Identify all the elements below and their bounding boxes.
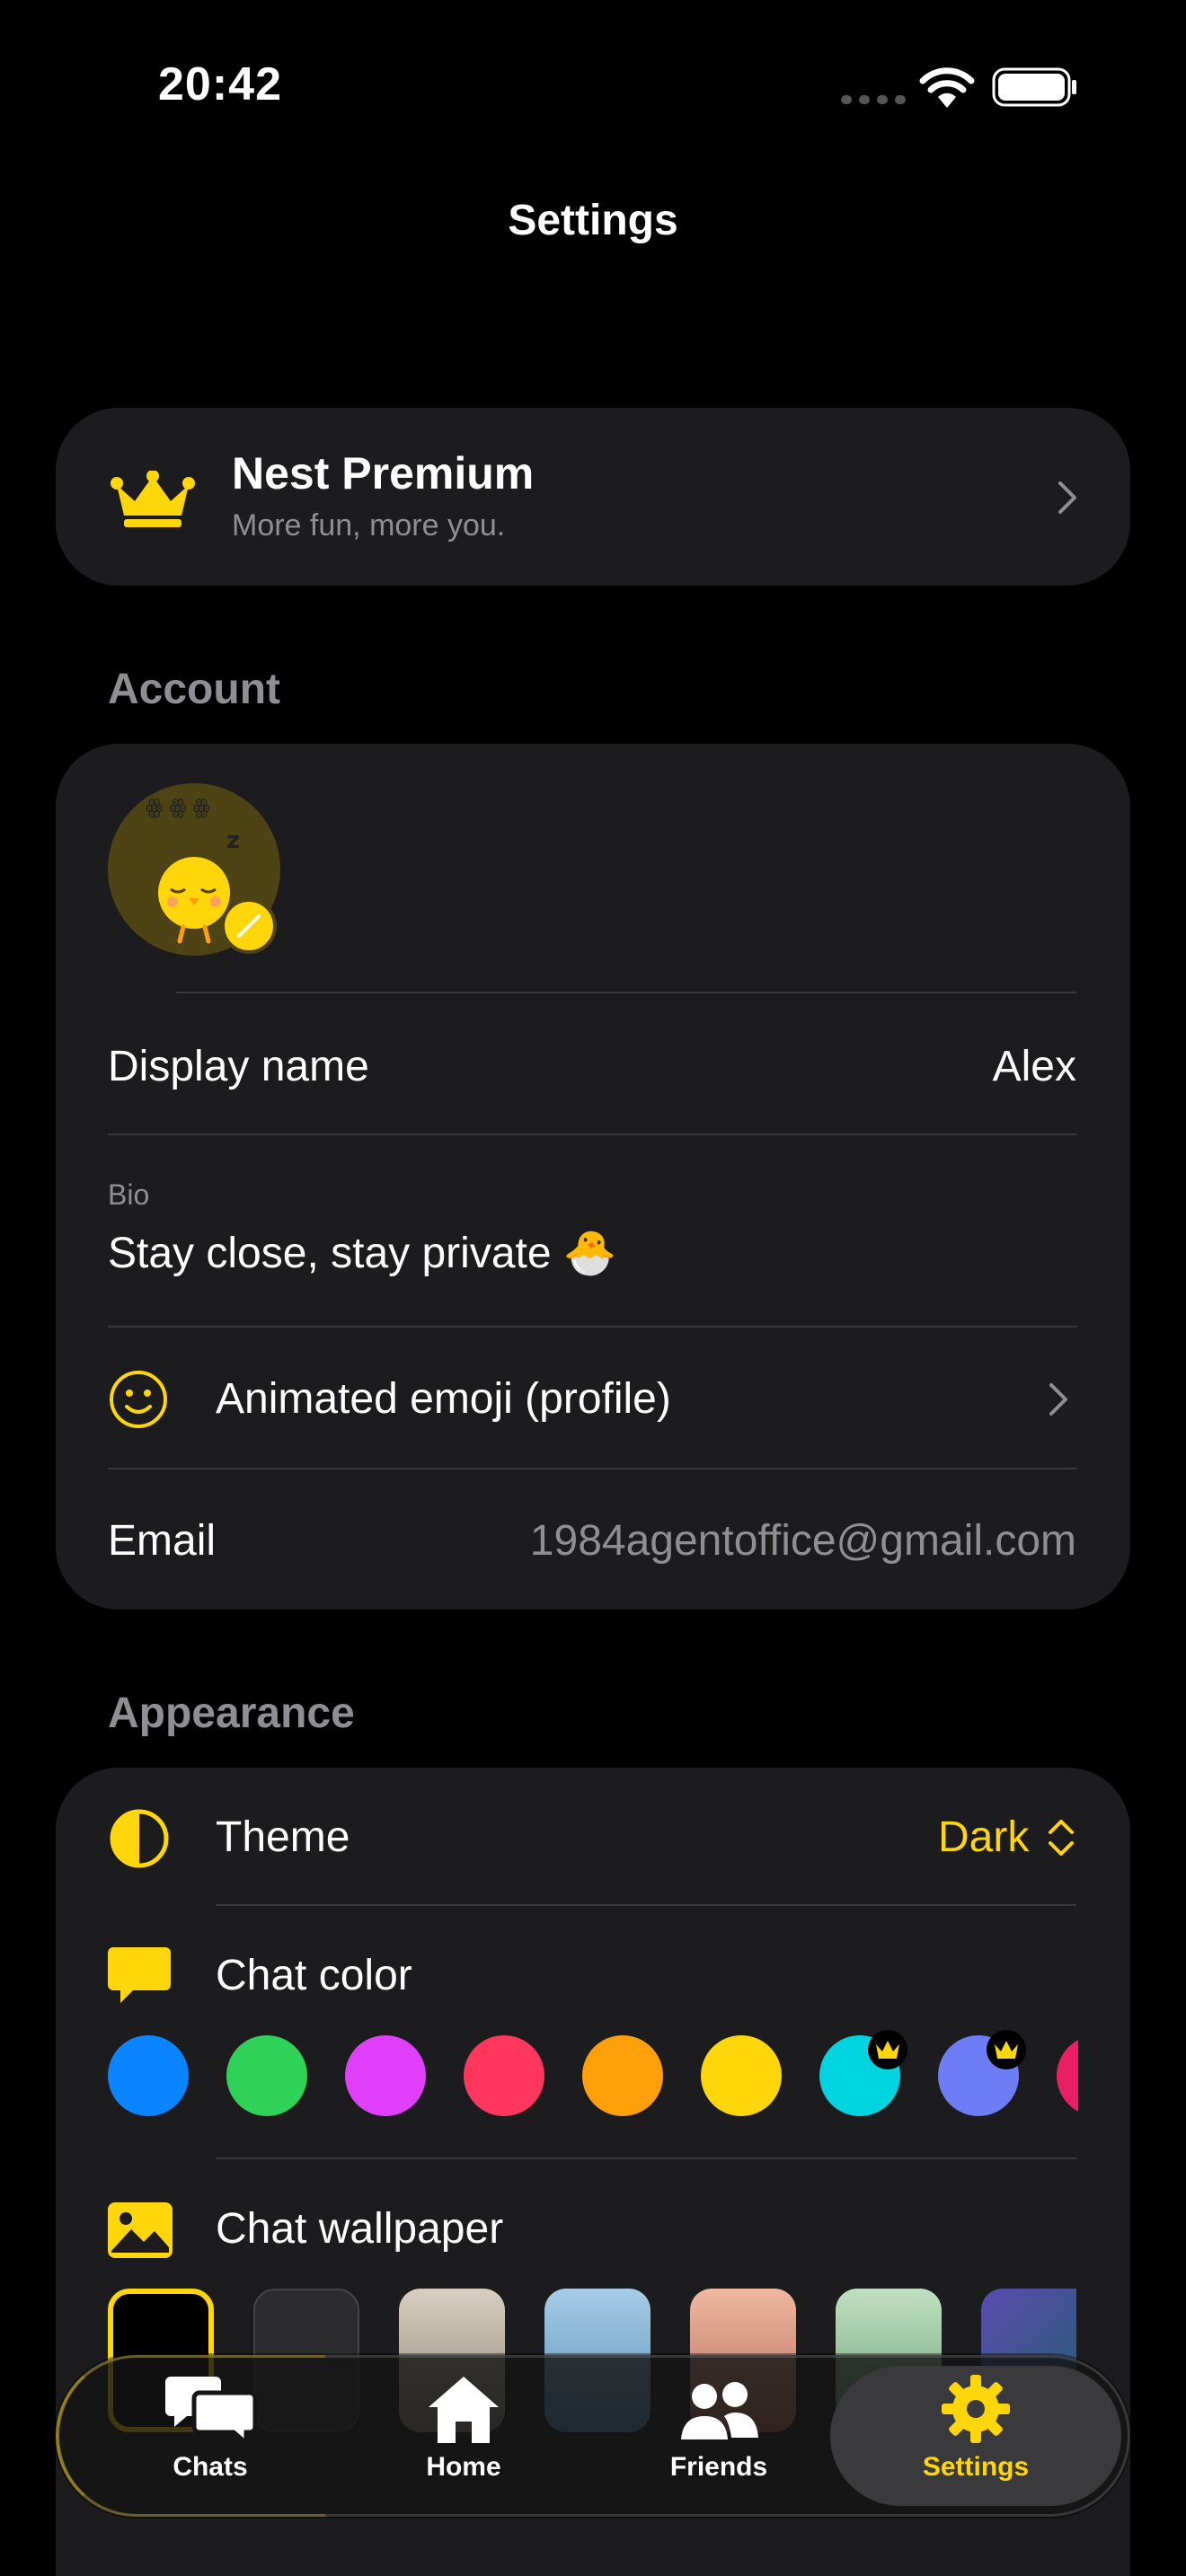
image-icon — [108, 2202, 173, 2258]
crown-icon — [111, 471, 195, 527]
chat-color-label: Chat color — [216, 1952, 412, 1999]
chat-color-swatch[interactable] — [701, 2035, 782, 2116]
bio-value[interactable]: Stay close, stay private 🐣 — [108, 1227, 617, 1278]
divider — [108, 1134, 1076, 1135]
tab-settings[interactable]: Settings — [877, 2371, 1075, 2506]
wifi-icon — [919, 67, 975, 108]
chevron-up-down-icon[interactable] — [1046, 1816, 1076, 1859]
chevron-right-icon — [1058, 481, 1076, 514]
tab-label: Friends — [669, 2452, 768, 2482]
chat-color-swatch[interactable] — [226, 2035, 307, 2116]
tab-label: Settings — [922, 2452, 1030, 2482]
divider — [216, 2157, 1076, 2159]
status-bar: 20:42 — [0, 0, 1186, 171]
avatar-edit-button[interactable] — [221, 898, 277, 954]
chat-color-swatch[interactable] — [464, 2035, 544, 2116]
chats-icon — [165, 2377, 257, 2447]
premium-crown-icon — [987, 2030, 1026, 2069]
gear-icon — [942, 2375, 1010, 2443]
premium-title: Nest Premium — [232, 448, 535, 498]
battery-icon — [992, 67, 1076, 107]
chat-wallpaper-label: Chat wallpaper — [216, 2205, 504, 2253]
premium-card[interactable] — [56, 408, 1130, 586]
chat-bubble-icon — [108, 1947, 171, 2003]
divider — [216, 1904, 1076, 1906]
tab-friends[interactable]: Friends — [620, 2371, 818, 2506]
page-title: Settings — [508, 197, 678, 244]
theme-contrast-icon — [110, 1809, 169, 1868]
tab-label: Chats — [173, 2452, 248, 2482]
theme-value[interactable]: Dark — [938, 1813, 1029, 1862]
email-value: 1984agentoffice@gmail.com — [529, 1517, 1076, 1565]
divider — [176, 992, 1076, 993]
status-time: 20:42 — [158, 58, 282, 110]
tab-label: Home — [426, 2452, 501, 2482]
pencil-icon — [237, 914, 261, 938]
svg-text:z: z — [226, 827, 240, 854]
display-name-value[interactable]: Alex — [719, 1042, 1076, 1091]
smiley-icon — [110, 1371, 167, 1428]
chat-color-swatch[interactable] — [108, 2035, 189, 2116]
chevron-right-icon — [1049, 1383, 1067, 1416]
premium-crown-icon — [868, 2030, 907, 2069]
tab-chats[interactable]: Chats — [111, 2371, 309, 2506]
section-title-appearance: Appearance — [108, 1689, 355, 1737]
divider — [108, 1326, 1076, 1328]
cellular-signal-icon — [841, 95, 906, 104]
home-icon — [429, 2377, 499, 2443]
divider — [108, 1468, 1076, 1469]
email-label: Email — [108, 1517, 217, 1565]
animated-emoji-label[interactable]: Animated emoji (profile) — [216, 1374, 671, 1424]
svg-text:ꙮ ꙮ ꙮ: ꙮ ꙮ ꙮ — [146, 797, 210, 819]
display-name-label: Display name — [108, 1043, 369, 1090]
premium-subtitle: More fun, more you. — [232, 508, 506, 543]
tab-home[interactable]: Home — [365, 2371, 562, 2506]
section-title-account: Account — [108, 666, 280, 713]
chat-color-swatch[interactable] — [582, 2035, 663, 2116]
friends-icon — [681, 2382, 758, 2439]
chat-color-swatch[interactable] — [345, 2035, 426, 2116]
theme-label: Theme — [216, 1813, 350, 1861]
bio-label: Bio — [108, 1178, 150, 1211]
